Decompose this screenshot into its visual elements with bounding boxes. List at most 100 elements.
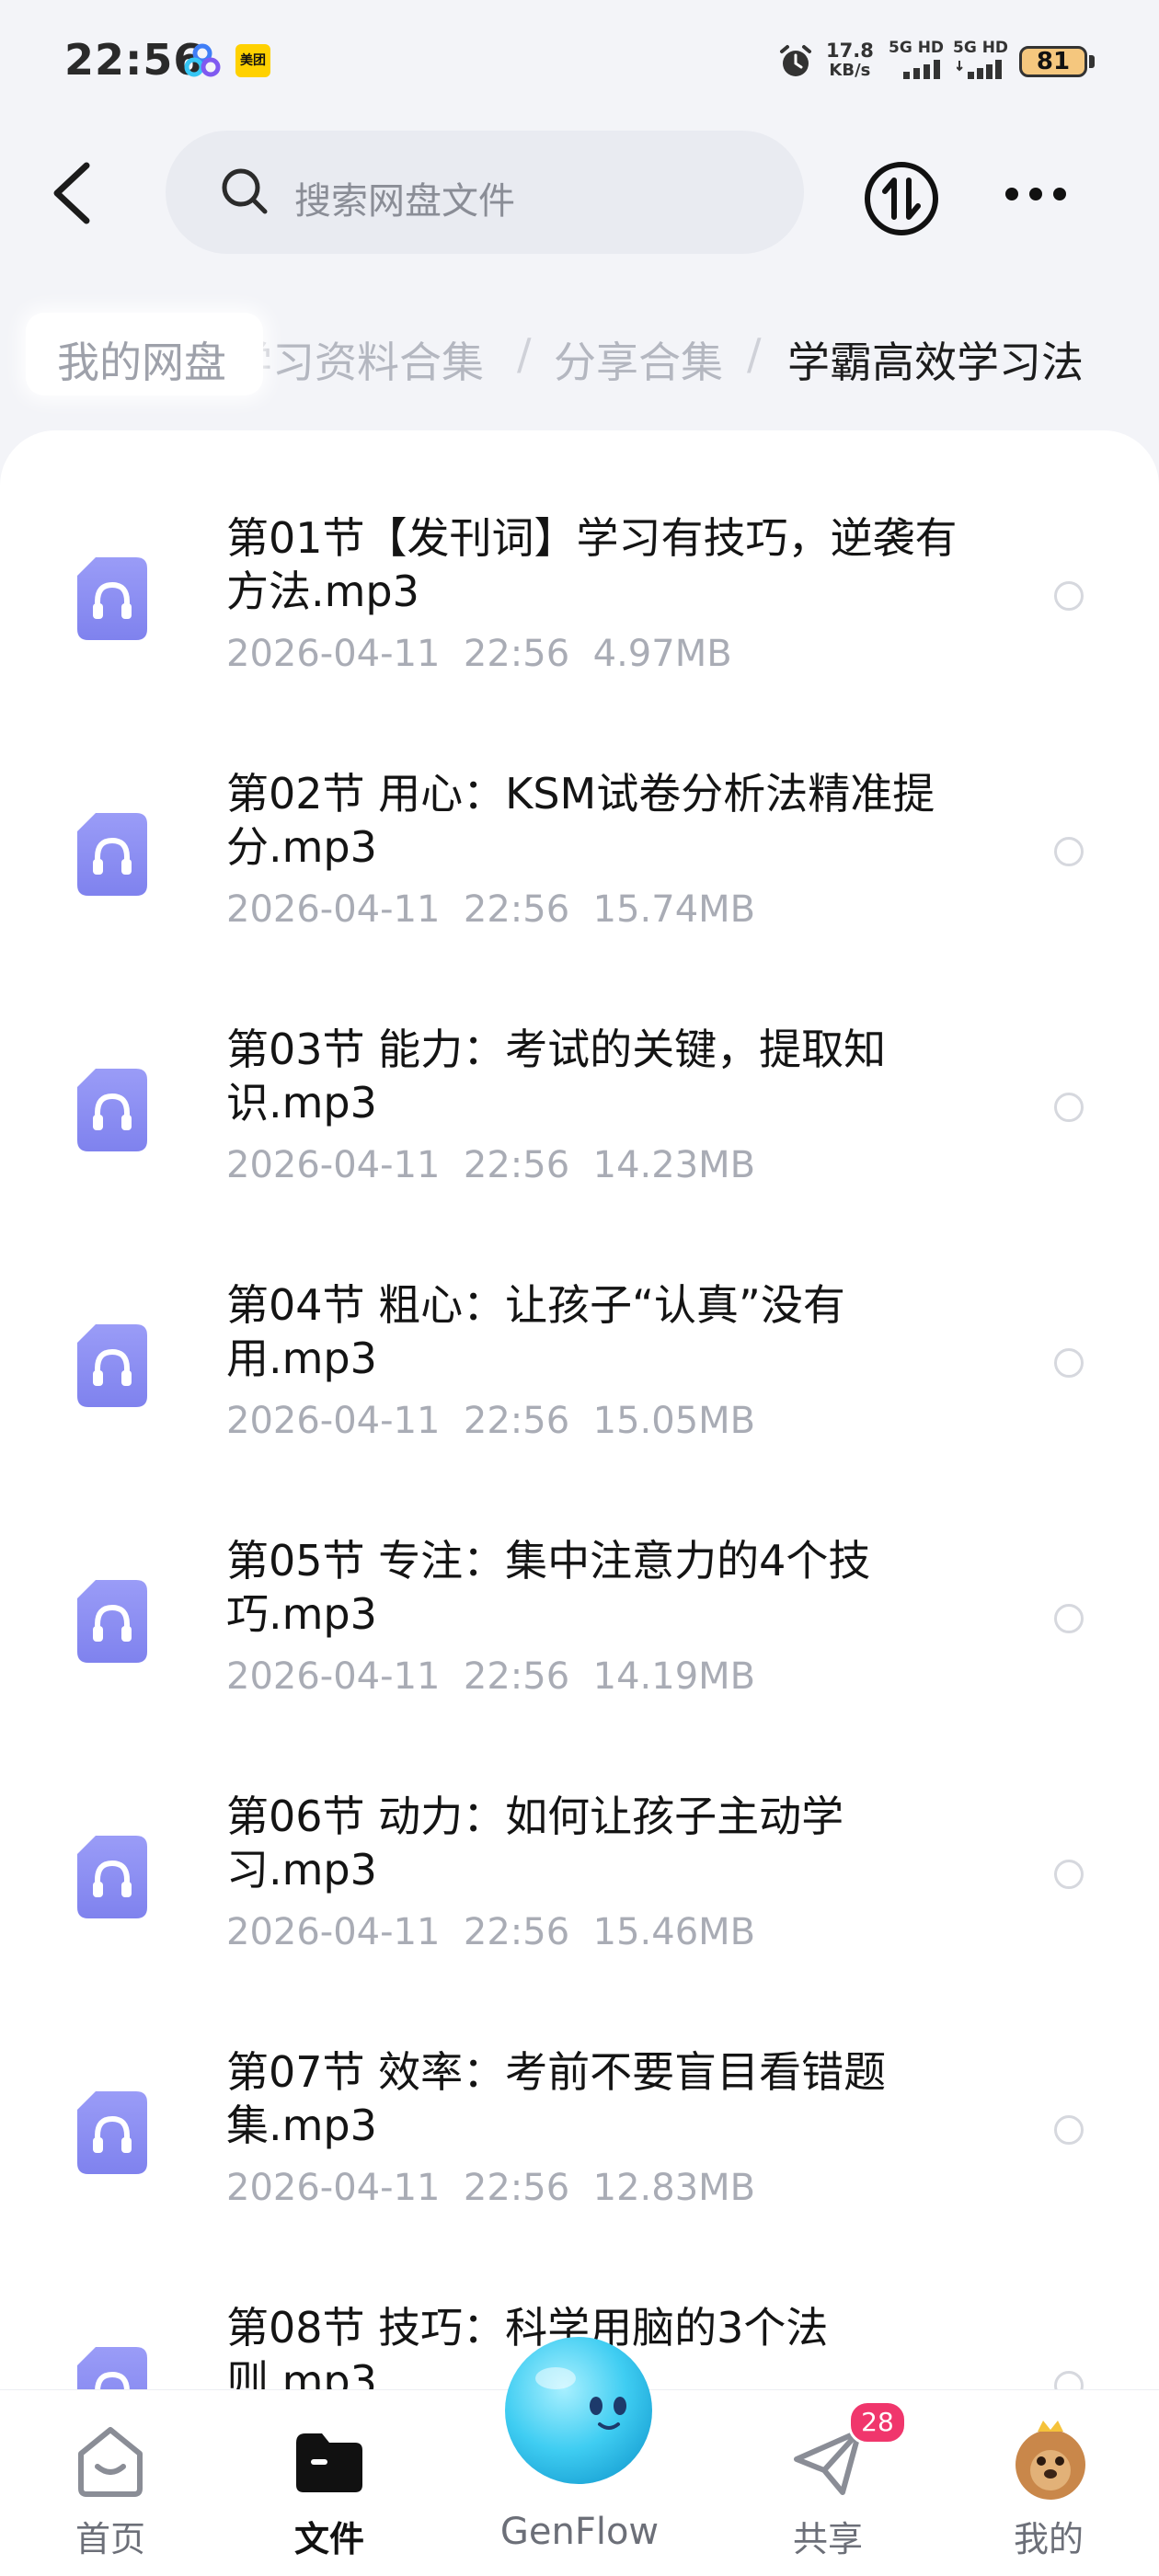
file-name-line: 方法.mp3 [226, 567, 419, 616]
file-time: 22:56 [463, 1144, 570, 1186]
file-size: 14.23MB [592, 1144, 756, 1186]
file-time: 22:56 [463, 2167, 570, 2209]
signal-icon [957, 60, 1002, 79]
file-date: 2026-04-11 [226, 2167, 441, 2209]
audio-file-icon [77, 557, 147, 640]
audio-file-icon [77, 1069, 147, 1151]
file-meta: 2026-04-11 22:56 12.83MB [226, 2167, 755, 2209]
file-size: 15.74MB [592, 888, 756, 931]
nav-mine-label: 我的 [1013, 2519, 1084, 2559]
network-speed: 17.8 KB/s [826, 40, 874, 80]
file-name: 第07节 效率：考前不要盲目看错题 集.mp3 [226, 2045, 999, 2152]
file-row[interactable]: 第06节 动力：如何让孩子主动学 习.mp3 2026-04-11 22:56 15… [0, 1738, 1159, 1994]
select-radio[interactable] [1054, 581, 1084, 611]
file-name-line: 集.mp3 [226, 2101, 377, 2150]
home-icon [78, 2427, 143, 2497]
folder-icon [296, 2433, 362, 2492]
file-meta: 2026-04-11 22:56 15.74MB [226, 888, 755, 931]
breadcrumb-item[interactable]: 分享合集 [554, 329, 723, 390]
breadcrumb-current: 学霸高效学习法 [787, 338, 1084, 387]
file-row[interactable]: 第04节 粗心：让孩子“认真”没有 用.mp3 2026-04-11 22:56 1… [0, 1227, 1159, 1483]
file-meta: 2026-04-11 22:56 15.05MB [226, 1400, 755, 1442]
file-name: 第06节 动力：如何让孩子主动学 习.mp3 [226, 1790, 999, 1896]
audio-file-icon [77, 813, 147, 896]
signal-icon [903, 60, 940, 79]
audio-file-icon [77, 1836, 147, 1918]
meituan-icon: 美团 [235, 44, 270, 77]
battery-indicator: 81 [1019, 46, 1087, 77]
file-name: 第05节 专注：集中注意力的4个技 巧.mp3 [226, 1534, 999, 1641]
nav-home-label: 首页 [75, 2519, 145, 2559]
file-meta: 2026-04-11 22:56 14.23MB [226, 1144, 755, 1186]
file-name-line: 用.mp3 [226, 1334, 377, 1383]
file-date: 2026-04-11 [226, 633, 441, 675]
more-icon[interactable] [1003, 180, 1069, 208]
file-size: 15.05MB [592, 1400, 756, 1442]
file-name-line: 第06节 动力：如何让孩子主动学 [226, 1792, 844, 1841]
file-date: 2026-04-11 [226, 888, 441, 931]
share-count-badge: 28 [848, 2400, 907, 2444]
file-name-line: 第05节 专注：集中注意力的4个技 [226, 1536, 871, 1586]
file-time: 22:56 [463, 1911, 570, 1953]
select-radio[interactable] [1054, 1348, 1084, 1378]
file-date: 2026-04-11 [226, 1144, 441, 1186]
file-name-line: 分.mp3 [226, 822, 377, 872]
breadcrumb-home-label: 我的网盘 [57, 338, 226, 387]
select-radio[interactable] [1054, 837, 1084, 866]
file-name: 第02节 用心：KSM试卷分析法精准提 分.mp3 [226, 767, 999, 874]
file-size: 12.83MB [592, 2167, 756, 2209]
file-name-line: 识.mp3 [226, 1078, 377, 1128]
breadcrumb-item[interactable]: 学习资料合集 [230, 329, 484, 390]
file-name: 第03节 能力：考试的关键，提取知 识.mp3 [226, 1023, 999, 1129]
alarm-icon [780, 45, 811, 76]
file-name-line: 第07节 效率：考前不要盲目看错题 [226, 2047, 887, 2097]
nav-genflow-label[interactable]: GenFlow [478, 2511, 681, 2553]
file-meta: 2026-04-11 22:56 14.19MB [226, 1655, 755, 1698]
battery-tip [1089, 55, 1095, 68]
file-date: 2026-04-11 [226, 1655, 441, 1698]
file-row[interactable]: 第02节 用心：KSM试卷分析法精准提 分.mp3 2026-04-11 22:56… [0, 716, 1159, 971]
select-radio[interactable] [1054, 1604, 1084, 1633]
nav-share-label: 共享 [792, 2519, 863, 2559]
file-date: 2026-04-11 [226, 1400, 441, 1442]
breadcrumb-separator: / [517, 329, 532, 379]
file-time: 22:56 [463, 1400, 570, 1442]
avatar [1016, 2421, 1085, 2500]
sort-icon[interactable] [863, 160, 940, 237]
file-time: 22:56 [463, 1655, 570, 1698]
status-time: 22:56 [64, 35, 204, 85]
file-name-line: 巧.mp3 [226, 1589, 377, 1639]
audio-file-icon [77, 1324, 147, 1407]
file-row[interactable]: 第07节 效率：考前不要盲目看错题 集.mp3 2026-04-11 22:56 1… [0, 1994, 1159, 2250]
search-placeholder: 搜索网盘文件 [294, 180, 515, 223]
back-arrow-icon[interactable] [46, 158, 101, 228]
file-meta: 2026-04-11 22:56 15.46MB [226, 1911, 755, 1953]
file-size: 15.46MB [592, 1911, 756, 1953]
file-name-line: 习.mp3 [226, 1845, 377, 1895]
file-name: 第04节 粗心：让孩子“认真”没有 用.mp3 [226, 1278, 999, 1385]
file-name-line: 第04节 粗心：让孩子“认真”没有 [226, 1280, 845, 1330]
sim1-label: 5G HD [889, 39, 945, 57]
file-name-line: 第01节【发刊词】学习有技巧，逆袭有 [226, 513, 958, 563]
select-radio[interactable] [1054, 1860, 1084, 1889]
audio-file-icon [77, 1580, 147, 1663]
file-meta: 2026-04-11 22:56 4.97MB [226, 633, 732, 675]
file-row[interactable]: 第01节【发刊词】学习有技巧，逆袭有 方法.mp3 2026-04-11 22:56… [0, 460, 1159, 716]
file-name-line: 第02节 用心：KSM试卷分析法精准提 [226, 769, 935, 819]
file-time: 22:56 [463, 633, 570, 675]
select-radio[interactable] [1054, 2115, 1084, 2145]
sim2-label: 5G HD [953, 39, 1009, 57]
search-icon [222, 168, 268, 214]
genflow-mascot-icon[interactable] [500, 2332, 657, 2489]
breadcrumb-home[interactable]: 我的网盘 [26, 313, 263, 395]
file-row[interactable]: 第05节 专注：集中注意力的4个技 巧.mp3 2026-04-11 22:56 1… [0, 1483, 1159, 1738]
file-row[interactable]: 第03节 能力：考试的关键，提取知 识.mp3 2026-04-11 22:56 1… [0, 971, 1159, 1227]
file-size: 4.97MB [592, 633, 732, 675]
file-size: 14.19MB [592, 1655, 756, 1698]
file-name: 第01节【发刊词】学习有技巧，逆袭有 方法.mp3 [226, 511, 999, 618]
select-radio[interactable] [1054, 1093, 1084, 1122]
file-name-line: 第03节 能力：考试的关键，提取知 [226, 1025, 887, 1074]
breadcrumb-separator: / [747, 329, 762, 379]
cloud-app-icon [184, 43, 221, 77]
audio-file-icon [77, 2091, 147, 2174]
